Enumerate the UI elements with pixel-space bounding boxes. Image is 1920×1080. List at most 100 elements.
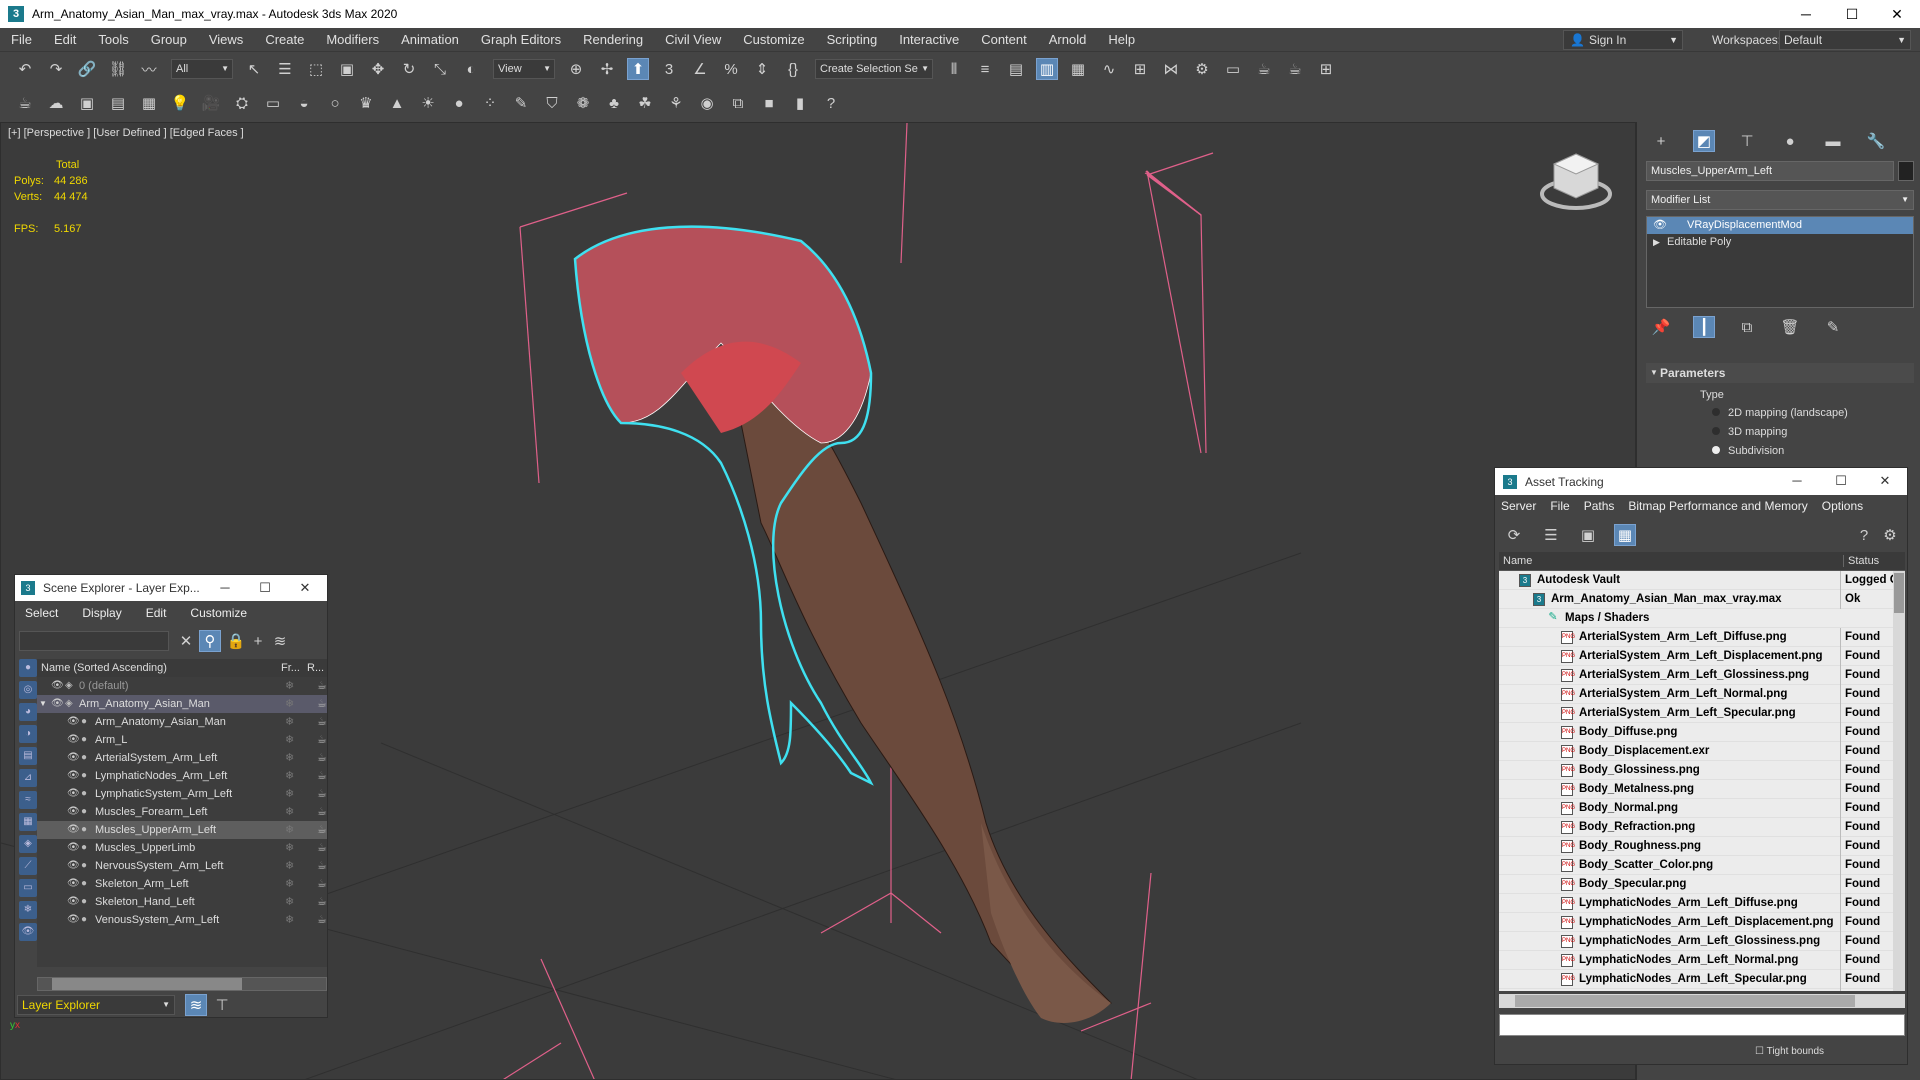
scene-list-item[interactable]: 👁 ● NervousSystem_Arm_Left ❄ ☕	[37, 857, 327, 875]
stack-item-editable-poly[interactable]: ▶ Editable Poly	[1647, 234, 1913, 251]
grid-icon[interactable]: ⊞	[1315, 58, 1337, 80]
hierarchy-icon[interactable]: ⊤	[211, 994, 233, 1016]
align-icon[interactable]: ≡	[974, 58, 996, 80]
motion-tab-icon[interactable]: ●	[1779, 130, 1801, 152]
frame-buffer-icon[interactable]: ▣	[76, 92, 98, 114]
menu-options[interactable]: Options	[1822, 499, 1863, 513]
menu-civil-view[interactable]: Civil View	[654, 28, 732, 52]
visibility-eye-icon[interactable]: 👁	[67, 893, 80, 911]
freeze-icon[interactable]: ❄	[285, 893, 294, 911]
asset-row[interactable]: PNG Body_Normal.png Found	[1499, 799, 1893, 818]
asset-row[interactable]: ✎ Maps / Shaders	[1499, 609, 1893, 628]
asset-path-field[interactable]	[1499, 1014, 1905, 1036]
renderable-icon[interactable]: ☕	[317, 803, 327, 821]
asset-row[interactable]: PNG Body_Glossiness.png Found	[1499, 761, 1893, 780]
table-view-icon[interactable]: ▦	[1614, 524, 1636, 546]
asset-row[interactable]: PNG Body_Roughness.png Found	[1499, 837, 1893, 856]
placement-icon[interactable]: ◐	[460, 58, 482, 80]
minimize-button[interactable]: ─	[205, 575, 245, 601]
visibility-eye-icon[interactable]: 👁	[67, 821, 80, 839]
eye-icon[interactable]: 👁	[1653, 217, 1667, 234]
radio-3d-mapping[interactable]: 3D mapping	[1712, 426, 1787, 438]
display-spacewarps-icon[interactable]: ≈	[19, 791, 37, 809]
renderable-icon[interactable]: ☕	[317, 911, 327, 929]
renderable-icon[interactable]: ☕	[317, 713, 327, 731]
radio-2d-mapping[interactable]: 2D mapping (landscape)	[1712, 407, 1848, 419]
new-layer-icon[interactable]: +	[247, 630, 269, 652]
scrollbar-thumb[interactable]	[1894, 573, 1904, 613]
freeze-icon[interactable]: ❄	[285, 821, 294, 839]
renderable-icon[interactable]: ☕	[317, 767, 327, 785]
visibility-eye-icon[interactable]: 👁	[67, 839, 80, 857]
freeze-icon[interactable]: ❄	[285, 749, 294, 767]
asset-row[interactable]: PNG LymphaticNodes_Arm_Left_Normal.png Fou…	[1499, 951, 1893, 970]
filter-icon[interactable]: ⚲	[199, 630, 221, 652]
percent-snap-icon[interactable]: %	[720, 58, 742, 80]
freeze-icon[interactable]: ❄	[285, 695, 294, 713]
scene-list-item[interactable]: 👁 ◈ 0 (default) ❄ ☕	[37, 677, 327, 695]
vfb-icon[interactable]: ■	[758, 92, 780, 114]
layers-icon[interactable]: ≋	[269, 630, 291, 652]
render-frame-icon[interactable]: ▭	[1222, 58, 1244, 80]
asset-row[interactable]: 3 Arm_Anatomy_Asian_Man_max_vray.max Ok	[1499, 590, 1893, 609]
radio-subdivision[interactable]: Subdivision	[1712, 445, 1784, 457]
menu-display[interactable]: Display	[82, 606, 121, 620]
freeze-icon[interactable]: ❄	[285, 785, 294, 803]
scene-list-item[interactable]: ▼ 👁 ◈ Arm_Anatomy_Asian_Man ❄ ☕	[37, 695, 327, 713]
ambient-light-icon[interactable]: ●	[448, 92, 470, 114]
maximize-button[interactable]: ☐	[1829, 0, 1875, 28]
asset-row[interactable]: 3 Autodesk Vault Logged O	[1499, 571, 1893, 590]
asset-row[interactable]: PNG Body_Diffuse.png Found	[1499, 723, 1893, 742]
scene-list-item[interactable]: 👁 ● Arm_Anatomy_Asian_Man ❄ ☕	[37, 713, 327, 731]
light-lister-icon[interactable]: 💡	[169, 92, 191, 114]
visibility-eye-icon[interactable]: 👁	[67, 731, 80, 749]
render-region-icon[interactable]: ⛭	[231, 92, 253, 114]
clear-search-icon[interactable]: ✕	[175, 630, 197, 652]
visibility-eye-icon[interactable]: 👁	[51, 695, 64, 713]
sun-icon[interactable]: ☀	[417, 92, 439, 114]
select-by-name-icon[interactable]: ☰	[274, 58, 296, 80]
object-color-swatch[interactable]	[1898, 161, 1914, 181]
viewcube-icon[interactable]	[1540, 148, 1612, 212]
renderable-icon[interactable]: ☕	[317, 695, 327, 713]
hdri-icon[interactable]: ☘	[634, 92, 656, 114]
sphere-light-icon[interactable]: ○	[324, 92, 346, 114]
display-none-icon[interactable]: ●	[19, 659, 37, 677]
freeze-icon[interactable]: ❄	[285, 911, 294, 929]
display-lights-icon[interactable]: ◑	[19, 725, 37, 743]
menu-animation[interactable]: Animation	[390, 28, 470, 52]
viewport-label[interactable]: [+] [Perspective ] [User Defined ] [Edge…	[8, 127, 244, 139]
renderable-icon[interactable]: ☕	[317, 821, 327, 839]
hierarchy-tab-icon[interactable]: ⊤	[1736, 130, 1758, 152]
column-frozen[interactable]: Fr...	[281, 659, 300, 677]
selection-filter-dropdown[interactable]: All ▼	[171, 59, 233, 79]
menu-select[interactable]: Select	[25, 606, 58, 620]
stack-item-vray-displacement[interactable]: 👁 VRayDisplacementMod	[1647, 217, 1913, 234]
manipulate-icon[interactable]: ✢	[596, 58, 618, 80]
redo-icon[interactable]: ↷	[45, 58, 67, 80]
display-groups-icon[interactable]: ▦	[19, 813, 37, 831]
freeze-icon[interactable]: ❄	[285, 857, 294, 875]
asset-row[interactable]: PNG LymphaticNodes_Arm_Left_Displacement.…	[1499, 913, 1893, 932]
freeze-icon[interactable]: ❄	[285, 677, 294, 695]
remove-modifier-icon[interactable]: 🗑	[1779, 316, 1801, 338]
asset-row[interactable]: PNG Body_Refraction.png Found	[1499, 818, 1893, 837]
spinner-snap-icon[interactable]: ⇕	[751, 58, 773, 80]
scene-list-item[interactable]: 👁 ● Muscles_Forearm_Left ❄ ☕	[37, 803, 327, 821]
asset-row[interactable]: PNG ArterialSystem_Arm_Left_Normal.png Fou…	[1499, 685, 1893, 704]
menu-scripting[interactable]: Scripting	[816, 28, 889, 52]
ribbon-icon[interactable]: ▦	[1067, 58, 1089, 80]
freeze-icon[interactable]: ❄	[285, 803, 294, 821]
column-name[interactable]: Name	[1503, 555, 1532, 567]
menu-customize[interactable]: Customize	[190, 606, 247, 620]
link-icon[interactable]: 🔗	[76, 58, 98, 80]
menu-rendering[interactable]: Rendering	[572, 28, 654, 52]
pivot-center-icon[interactable]: ⊕	[565, 58, 587, 80]
close-button[interactable]: ✕	[1865, 468, 1905, 494]
display-hidden-icon[interactable]: 👁	[19, 923, 37, 941]
thumbnail-view-icon[interactable]: ▣	[1577, 524, 1599, 546]
scene-explorer-icon[interactable]: ▤	[1005, 58, 1027, 80]
display-containers-icon[interactable]: ▭	[19, 879, 37, 897]
angle-snap-icon[interactable]: ∠	[689, 58, 711, 80]
maximize-button[interactable]: ☐	[245, 575, 285, 601]
